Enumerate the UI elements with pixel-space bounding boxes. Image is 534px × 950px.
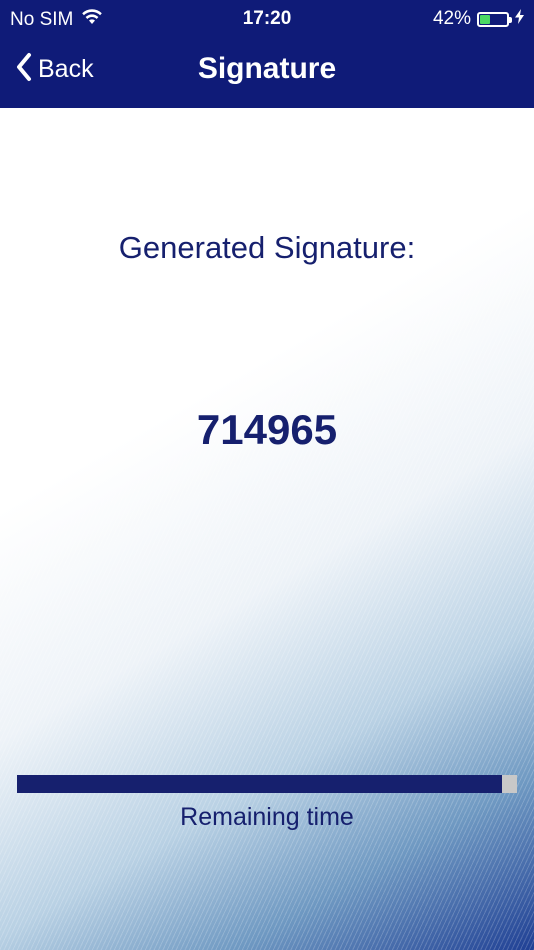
page-title: Signature <box>197 52 337 85</box>
remaining-time-bar <box>17 775 517 793</box>
signature-code: 714965 <box>196 406 338 453</box>
signature-heading: Generated Signature: <box>118 230 416 265</box>
battery-icon <box>477 11 512 27</box>
signature-screen: No SIM 17:20 42% Back Signature Generate… <box>0 0 534 950</box>
battery-level <box>480 14 490 24</box>
remaining-time-fill <box>17 775 502 793</box>
battery-tip <box>509 16 512 23</box>
navigation-bar: Back Signature <box>0 38 534 108</box>
app-header: No SIM 17:20 42% Back Signature <box>0 0 534 108</box>
bolt-icon <box>515 8 524 30</box>
battery-percent: 42% <box>432 8 471 29</box>
remaining-time-label: Remaining time <box>180 803 354 831</box>
status-right: 42% <box>433 8 524 30</box>
signature-content: Generated Signature: 714965 Remaining ti… <box>0 108 534 950</box>
status-bar: No SIM 17:20 42% <box>0 0 534 38</box>
